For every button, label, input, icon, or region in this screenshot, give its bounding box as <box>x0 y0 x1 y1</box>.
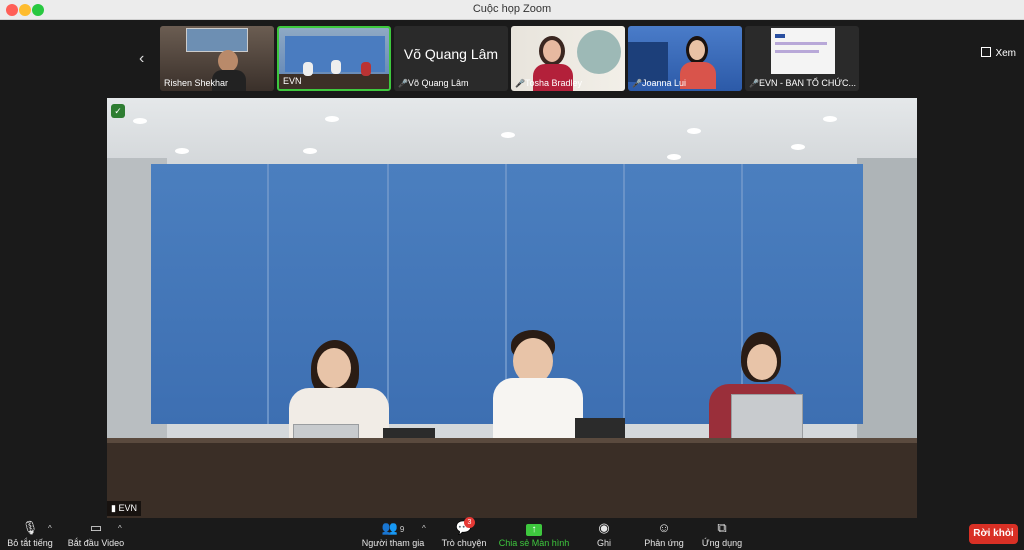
video-label: ▮ EVN <box>107 501 141 516</box>
laptop <box>731 394 803 444</box>
chevron-up-icon[interactable]: ^ <box>422 524 426 533</box>
mic-muted-icon: 🎤 <box>398 78 408 88</box>
participants-button[interactable]: 👥 9 Người tham gia <box>360 520 426 548</box>
participant-tile-evn[interactable]: EVN <box>277 26 391 91</box>
main-video[interactable]: ✓ ▮ EVN <box>107 98 917 518</box>
participant-gallery-strip: ‹ Rishen Shekhar EVN Võ Quang Lâm 🎤 Võ Qu… <box>0 20 1024 96</box>
share-screen-button[interactable]: ↑ Chia sẻ Màn hình <box>496 520 572 548</box>
shield-icon: ✓ <box>111 104 125 118</box>
mic-muted-icon: 🎤 <box>515 78 525 88</box>
chevron-left-icon[interactable]: ‹ <box>139 50 144 68</box>
chat-badge: 3 <box>464 517 475 528</box>
window-title: Cuộc họp Zoom <box>472 3 552 15</box>
avatar <box>747 344 777 380</box>
mic-muted-icon: 🎤 <box>749 78 759 88</box>
mic-muted-icon: 🎤 <box>632 78 642 88</box>
emoji-icon: ☺ <box>657 520 671 535</box>
grid-icon <box>981 47 992 57</box>
reactions-button[interactable]: ☺ Phản ứng <box>640 520 688 548</box>
share-screen-icon: ↑ <box>526 524 542 536</box>
chat-icon: 💬 3 <box>438 517 490 536</box>
chevron-up-icon[interactable]: ^ <box>48 524 52 533</box>
participants-icon: 👥 9 <box>381 520 405 535</box>
meeting-toolbar: 🎙 Bỏ tắt tiếng ^ ▭ Bắt đầu Video ^ 👥 9 Ng… <box>0 517 1024 550</box>
map-picture <box>186 28 248 52</box>
apps-button[interactable]: ⧉ Ứng dụng <box>698 520 746 548</box>
record-icon: ◉ <box>598 520 610 535</box>
chat-button[interactable]: 💬 3 Trò chuyện <box>438 517 490 548</box>
participant-tile-rishen[interactable]: Rishen Shekhar <box>160 26 274 91</box>
leave-meeting-button[interactable]: Rời khỏi <box>969 524 1018 544</box>
start-video-button[interactable]: ▭ Bắt đầu Video <box>66 520 126 548</box>
conference-table <box>107 443 917 518</box>
title-bar: Cuộc họp Zoom <box>0 0 1024 20</box>
participant-tile-tosha[interactable]: 🎤 Tosha Bradley <box>511 26 625 91</box>
view-button[interactable]: Xem <box>981 47 1016 59</box>
avatar <box>317 348 351 388</box>
participant-tile-evn-ban-to-chuc[interactable]: 🎤 EVN - BAN TỔ CHỨC... <box>745 26 859 91</box>
apps-icon: ⧉ <box>717 520 727 535</box>
participant-tile-joanna[interactable]: 🎤 Joanna Lui <box>628 26 742 91</box>
shared-slide-thumbnail <box>771 28 835 74</box>
participant-tile-vo-quang-lam[interactable]: Võ Quang Lâm 🎤 Võ Quang Lâm <box>394 26 508 91</box>
avatar <box>543 40 561 62</box>
record-button[interactable]: ◉ Ghi <box>588 520 620 548</box>
chevron-up-icon[interactable]: ^ <box>118 524 122 533</box>
avatar <box>689 40 705 60</box>
avatar <box>218 50 238 72</box>
video-off-icon: ▭ <box>89 520 103 535</box>
